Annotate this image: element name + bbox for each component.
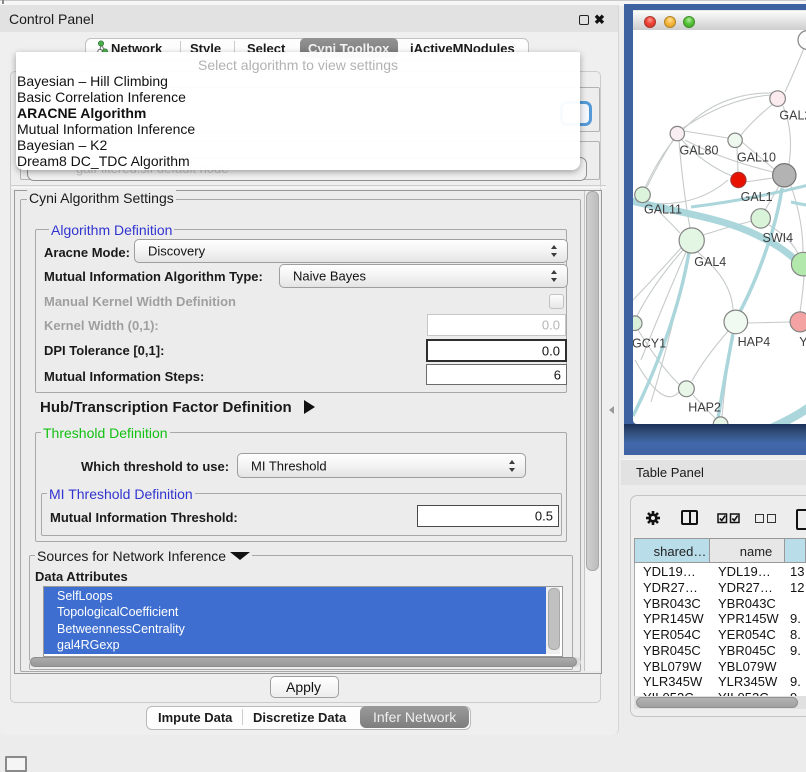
svg-text:GCY1: GCY1	[633, 337, 666, 351]
svg-text:GAL1: GAL1	[741, 190, 773, 204]
svg-text:HAP4: HAP4	[738, 335, 771, 349]
svg-text:GAL4: GAL4	[694, 255, 726, 269]
svg-text:GAL10: GAL10	[737, 151, 776, 165]
svg-text:GAL80: GAL80	[680, 143, 719, 157]
svg-text:GAL11: GAL11	[644, 203, 682, 217]
svg-text:YJL0: YJL0	[799, 335, 806, 349]
svg-text:SWI4: SWI4	[763, 231, 794, 245]
svg-text:GAL2: GAL2	[779, 109, 806, 123]
svg-text:HAP2: HAP2	[688, 401, 721, 415]
